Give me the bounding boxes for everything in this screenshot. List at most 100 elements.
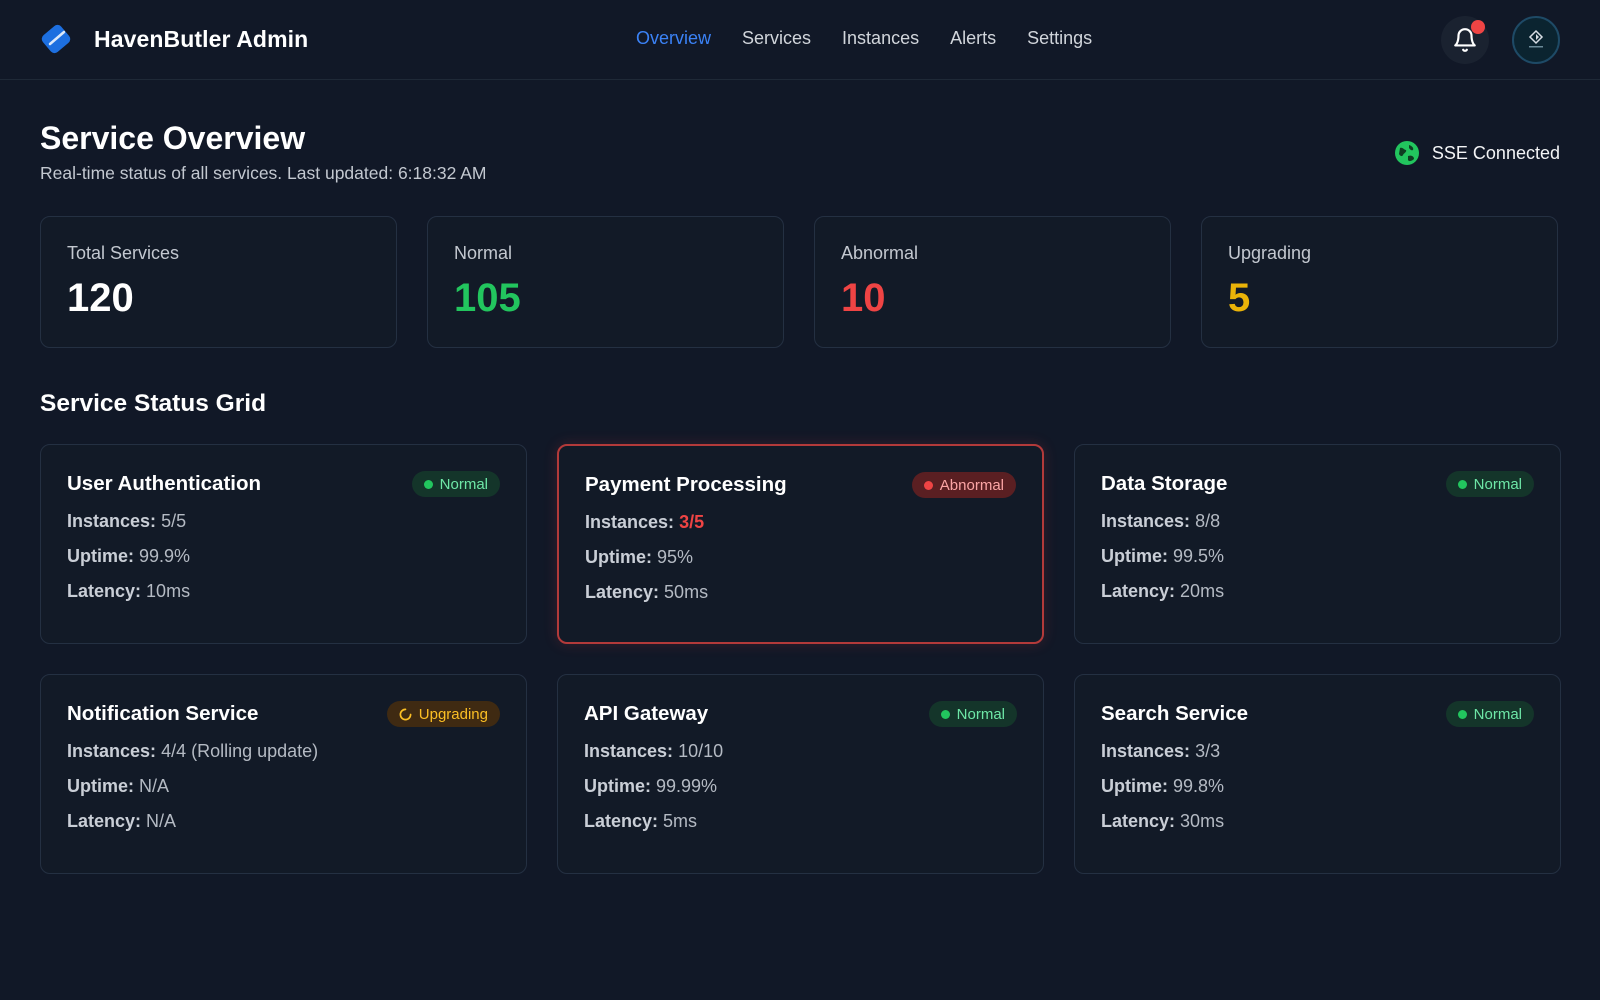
field-label: Instances: bbox=[584, 741, 674, 761]
uptime-row: Uptime: 99.9% bbox=[67, 546, 500, 567]
latency-row: Latency: 50ms bbox=[585, 582, 1016, 603]
field-label: Uptime: bbox=[584, 776, 651, 796]
brand-name: HavenButler Admin bbox=[94, 25, 309, 52]
stats-row: Total Services 120 Normal 105 Abnormal 1… bbox=[40, 216, 1558, 348]
service-name: Notification Service bbox=[67, 702, 259, 725]
field-label: Instances: bbox=[67, 741, 157, 761]
notification-badge bbox=[1471, 20, 1485, 34]
service-card[interactable]: Payment Processing Abnormal Instances: 3… bbox=[557, 444, 1044, 644]
service-name: Search Service bbox=[1101, 702, 1249, 725]
field-label: Uptime: bbox=[1101, 546, 1168, 566]
instances-row: Instances: 8/8 bbox=[1101, 511, 1534, 532]
field-label: Latency: bbox=[67, 811, 142, 831]
service-name: User Authentication bbox=[67, 472, 262, 495]
latency-row: Latency: N/A bbox=[67, 811, 500, 832]
field-label: Latency: bbox=[1101, 811, 1176, 831]
top-bar: HavenButler Admin Overview Services Inst… bbox=[0, 0, 1600, 80]
status-label: Normal bbox=[956, 705, 1005, 723]
instances-value: 8/8 bbox=[1195, 511, 1221, 531]
nav-overview[interactable]: Overview bbox=[636, 28, 711, 49]
status-label: Normal bbox=[439, 475, 488, 493]
status-label: Upgrading bbox=[418, 705, 488, 723]
uptime-value: 95% bbox=[657, 547, 694, 567]
latency-value: 10ms bbox=[146, 581, 191, 601]
status-badge: Normal bbox=[1445, 471, 1534, 497]
nav-settings[interactable]: Settings bbox=[1027, 28, 1092, 49]
status-badge: Upgrading bbox=[386, 701, 500, 727]
stat-label: Upgrading bbox=[1228, 243, 1312, 263]
status-dot-icon bbox=[940, 709, 950, 719]
latency-value: 50ms bbox=[664, 582, 709, 602]
field-label: Uptime: bbox=[1101, 776, 1168, 796]
instances-row: Instances: 5/5 bbox=[67, 511, 500, 532]
latency-row: Latency: 10ms bbox=[67, 581, 500, 602]
instances-value: 4/4 (Rolling update) bbox=[161, 741, 319, 761]
stat-label: Normal bbox=[454, 243, 513, 263]
instances-row: Instances: 4/4 (Rolling update) bbox=[67, 741, 500, 762]
service-card[interactable]: Notification Service Upgrading Instances… bbox=[40, 674, 527, 874]
instances-value: 3/3 bbox=[1195, 741, 1221, 761]
service-card[interactable]: User Authentication Normal Instances: 5/… bbox=[40, 444, 527, 644]
status-dot-icon bbox=[923, 480, 933, 490]
latency-value: 20ms bbox=[1180, 581, 1225, 601]
service-card[interactable]: Data Storage Normal Instances: 8/8 Uptim… bbox=[1074, 444, 1561, 644]
latency-row: Latency: 20ms bbox=[1101, 581, 1534, 602]
uptime-row: Uptime: 95% bbox=[585, 547, 1016, 568]
field-label: Uptime: bbox=[585, 547, 652, 567]
brand-logo-icon bbox=[41, 24, 71, 54]
latency-row: Latency: 5ms bbox=[584, 811, 1017, 832]
section-title: Service Status Grid bbox=[40, 390, 267, 417]
nav-alerts[interactable]: Alerts bbox=[950, 28, 996, 49]
page-subtitle: Real-time status of all services. Last u… bbox=[40, 163, 487, 183]
brand[interactable]: HavenButler Admin bbox=[40, 22, 308, 56]
uptime-value: 99.9% bbox=[139, 546, 191, 566]
avatar-logo-icon bbox=[1528, 29, 1544, 48]
status-label: Normal bbox=[1473, 475, 1522, 493]
field-label: Latency: bbox=[67, 581, 142, 601]
nav-instances[interactable]: Instances bbox=[842, 28, 919, 49]
service-card[interactable]: API Gateway Normal Instances: 10/10 Upti… bbox=[557, 674, 1044, 874]
instances-value: 10/10 bbox=[678, 741, 724, 761]
instances-value: 3/5 bbox=[679, 512, 705, 532]
latency-value: 30ms bbox=[1180, 811, 1225, 831]
field-label: Instances: bbox=[67, 511, 157, 531]
field-label: Instances: bbox=[1101, 511, 1191, 531]
connection-label: SSE Connected bbox=[1431, 142, 1560, 163]
globe-icon bbox=[1394, 141, 1419, 165]
latency-row: Latency: 30ms bbox=[1101, 811, 1534, 832]
status-dot-icon bbox=[1457, 479, 1467, 489]
stat-value: 5 bbox=[1228, 276, 1251, 320]
service-card[interactable]: Search Service Normal Instances: 3/3 Upt… bbox=[1074, 674, 1561, 874]
nav-services[interactable]: Services bbox=[742, 28, 811, 49]
status-badge: Normal bbox=[411, 471, 500, 497]
status-badge: Normal bbox=[1445, 701, 1534, 727]
field-label: Uptime: bbox=[67, 776, 134, 796]
service-grid: User Authentication Normal Instances: 5/… bbox=[40, 444, 1561, 874]
uptime-value: 99.99% bbox=[656, 776, 718, 796]
avatar[interactable] bbox=[1512, 16, 1560, 64]
field-label: Uptime: bbox=[67, 546, 134, 566]
notifications-button[interactable] bbox=[1441, 16, 1489, 64]
uptime-value: 99.5% bbox=[1173, 546, 1225, 566]
stat-card-upgrading: Upgrading 5 bbox=[1201, 216, 1558, 348]
service-name: Data Storage bbox=[1101, 472, 1228, 495]
field-label: Instances: bbox=[1101, 741, 1191, 761]
service-name: Payment Processing bbox=[585, 473, 787, 496]
uptime-value: N/A bbox=[139, 776, 170, 796]
status-dot-icon bbox=[1457, 709, 1467, 719]
status-label: Normal bbox=[1473, 705, 1522, 723]
status-badge: Normal bbox=[928, 701, 1017, 727]
field-label: Latency: bbox=[584, 811, 659, 831]
stat-label: Total Services bbox=[67, 243, 180, 263]
status-badge: Abnormal bbox=[911, 472, 1016, 498]
stat-value: 105 bbox=[454, 276, 521, 320]
main-nav: Overview Services Instances Alerts Setti… bbox=[636, 28, 1092, 49]
page-title: Service Overview bbox=[40, 120, 306, 156]
instances-value: 5/5 bbox=[161, 511, 187, 531]
field-label: Latency: bbox=[585, 582, 660, 602]
field-label: Latency: bbox=[1101, 581, 1176, 601]
stat-card-total: Total Services 120 bbox=[40, 216, 397, 348]
stat-card-normal: Normal 105 bbox=[427, 216, 784, 348]
status-dot-icon bbox=[423, 479, 433, 489]
stat-value: 120 bbox=[67, 276, 134, 320]
